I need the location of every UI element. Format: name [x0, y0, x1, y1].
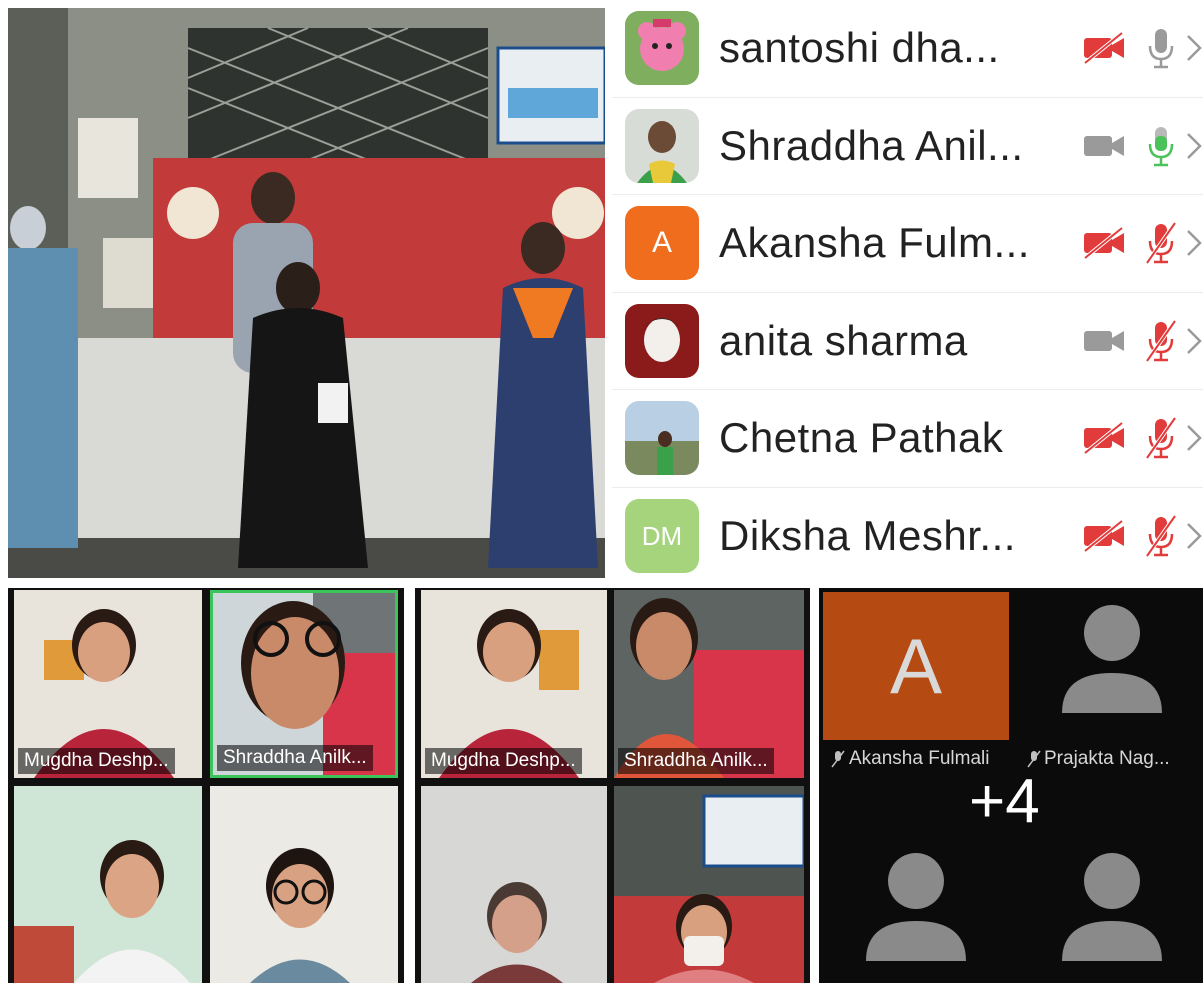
mic-active-icon[interactable] [1144, 124, 1178, 168]
chevron-right-icon[interactable] [1185, 521, 1203, 551]
person-placeholder-icon [1062, 853, 1162, 961]
tile-name-label: Shraddha Anilk... [618, 748, 774, 774]
participant-name: anita sharma [719, 316, 968, 364]
mic-muted-icon[interactable] [1144, 26, 1178, 70]
video-tile[interactable] [210, 786, 398, 983]
participant-avatar [625, 108, 699, 183]
video-gallery-middle: Mugdha Deshp... Shraddha Anilk... [415, 588, 810, 983]
video-tile[interactable]: Shraddha Anilk... [614, 590, 804, 778]
person-placeholder-icon [1062, 605, 1162, 713]
video-tile[interactable]: Mugdha Deshp... [14, 590, 202, 778]
tile-name-label: Mugdha Deshp... [18, 748, 175, 774]
participant-avatar [625, 11, 699, 86]
video-on-icon[interactable] [1082, 129, 1126, 163]
mic-off-icon[interactable] [1144, 514, 1178, 558]
participant-name: Shraddha Anil... [719, 121, 1024, 169]
tile-name-label: Shraddha Anilk... [217, 745, 373, 771]
video-tile-active-speaker[interactable]: Shraddha Anilk... [210, 590, 398, 778]
participant-avatar: DM [625, 499, 699, 574]
participant-row[interactable]: Shraddha Anil... [612, 98, 1203, 195]
participant-avatar: A [625, 206, 699, 281]
video-off-icon[interactable] [1082, 421, 1126, 455]
video-on-icon[interactable] [1082, 324, 1126, 358]
participant-row[interactable]: Chetna Pathak [612, 390, 1203, 488]
chevron-right-icon[interactable] [1185, 228, 1203, 258]
initial-avatar-tile[interactable]: A [823, 592, 1009, 740]
mic-muted-icon [831, 750, 845, 768]
video-off-icon[interactable] [1082, 519, 1126, 553]
video-off-icon[interactable] [1082, 31, 1126, 65]
mic-off-icon[interactable] [1144, 221, 1178, 265]
video-tile[interactable] [421, 786, 607, 983]
video-gallery-right: A Akansha Fulmali Prajakta Nag... +4 [819, 588, 1203, 983]
participant-name: santoshi dha... [719, 24, 1000, 72]
participant-avatar [625, 401, 699, 476]
video-tile[interactable] [14, 786, 202, 983]
participant-row[interactable]: anita sharma [612, 293, 1203, 390]
mic-off-icon[interactable] [1144, 416, 1178, 460]
participant-name: Akansha Fulm... [719, 219, 1030, 267]
participant-row[interactable]: DM Diksha Meshr... [612, 488, 1203, 581]
tile-name-label: Mugdha Deshp... [425, 748, 582, 774]
participant-row[interactable]: santoshi dha... [612, 0, 1203, 98]
chevron-right-icon[interactable] [1185, 33, 1203, 63]
participant-row[interactable]: A Akansha Fulm... [612, 195, 1203, 293]
video-gallery-left: Mugdha Deshp... Shraddha Anilk... [8, 588, 404, 983]
participant-list: santoshi dha... Shraddha Anil... A Akans… [612, 0, 1203, 580]
video-tile[interactable]: Mugdha Deshp... [421, 590, 607, 778]
video-off-icon[interactable] [1082, 226, 1126, 260]
chevron-right-icon[interactable] [1185, 423, 1203, 453]
participant-name: Diksha Meshr... [719, 512, 1016, 560]
tile-name-label: Prajakta Nag... [1044, 748, 1170, 769]
video-tile[interactable] [614, 786, 804, 983]
chevron-right-icon[interactable] [1185, 131, 1203, 161]
participant-avatar [625, 303, 699, 378]
chevron-right-icon[interactable] [1185, 326, 1203, 356]
person-placeholder-icon [866, 853, 966, 961]
avatar-initial: A [889, 621, 943, 710]
more-participants-count[interactable]: +4 [969, 766, 1040, 837]
mic-off-icon[interactable] [1144, 319, 1178, 363]
participant-name: Chetna Pathak [719, 414, 1004, 462]
event-photo [8, 8, 605, 578]
